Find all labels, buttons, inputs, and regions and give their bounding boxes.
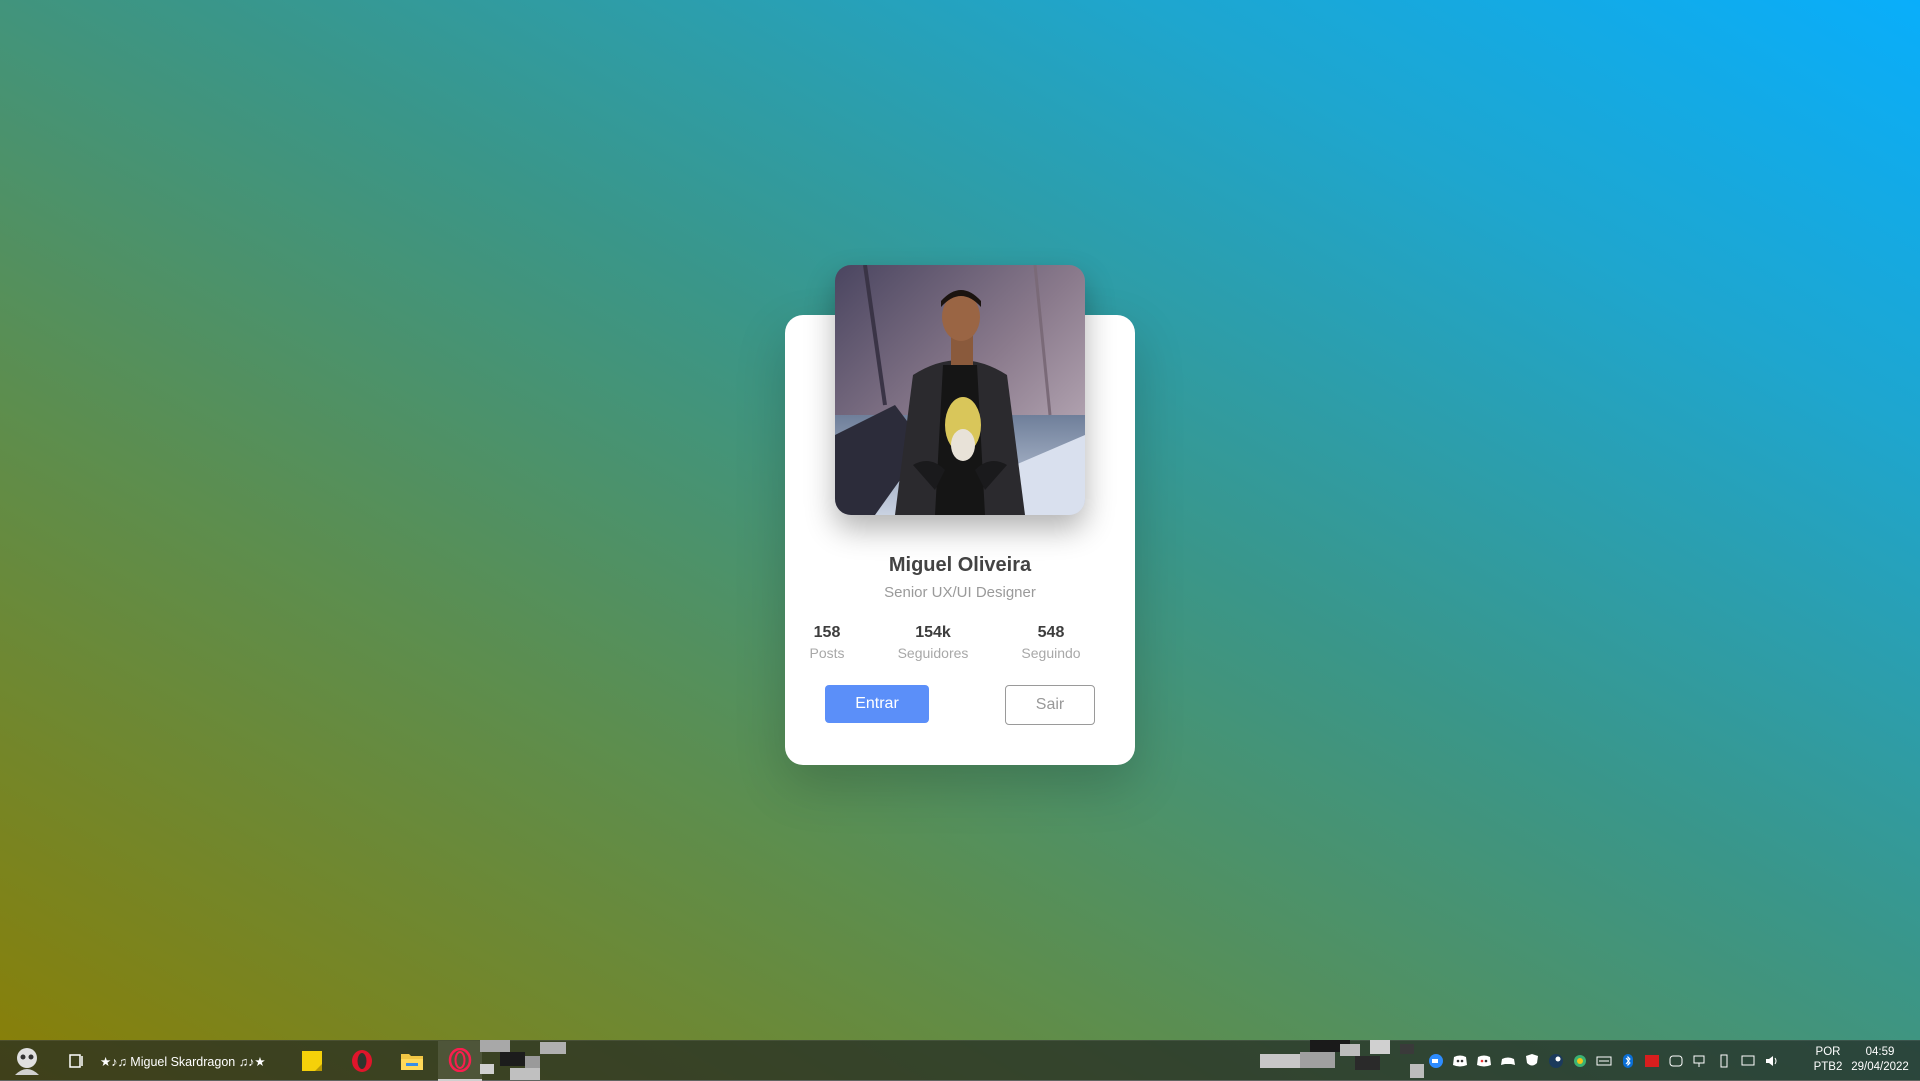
system-tray: [1428, 1041, 1780, 1081]
glitch-artifact: [480, 1040, 566, 1080]
exit-button[interactable]: Sair: [1005, 685, 1095, 725]
stat-followers: 154k Seguidores: [878, 624, 988, 661]
profile-stats: 158 Posts 154k Seguidores 548 Seguindo: [785, 624, 1135, 668]
stat-label: Seguidores: [897, 645, 969, 661]
profile-role: Senior UX/UI Designer: [884, 584, 1036, 601]
task-view-icon[interactable]: [60, 1041, 94, 1081]
file-explorer-icon[interactable]: [390, 1041, 434, 1081]
stat-posts: 158 Posts: [772, 624, 882, 661]
taskbar: ★♪♫ Miguel Skardragon ♫♪★ POR PTB2 04:59…: [0, 1040, 1920, 1081]
clock-date: 29/04/2022: [1851, 1061, 1909, 1073]
steam-icon[interactable]: [1548, 1053, 1564, 1069]
bluetooth-icon[interactable]: [1620, 1053, 1636, 1069]
colorful-icon[interactable]: [1572, 1053, 1588, 1069]
opera-icon[interactable]: [340, 1041, 384, 1081]
stat-label: Posts: [809, 645, 845, 661]
start-button[interactable]: [4, 1041, 50, 1081]
stat-value: 154k: [915, 624, 951, 641]
adobe-icon[interactable]: [1644, 1053, 1660, 1069]
shield-icon[interactable]: [1524, 1053, 1540, 1069]
keyboard-icon[interactable]: [1596, 1053, 1612, 1069]
opera-gx-icon[interactable]: [438, 1041, 482, 1081]
network-adapter-icon[interactable]: [1668, 1053, 1684, 1069]
network-icon[interactable]: [1692, 1053, 1708, 1069]
discord-icon[interactable]: [1476, 1053, 1492, 1069]
stat-label: Seguindo: [1021, 645, 1081, 661]
zoom-icon[interactable]: [1428, 1053, 1444, 1069]
stat-value: 548: [1037, 624, 1065, 641]
enter-button[interactable]: Entrar: [825, 685, 929, 723]
sticky-notes-icon[interactable]: [290, 1041, 334, 1081]
discord-icon[interactable]: [1452, 1053, 1468, 1069]
display-icon[interactable]: [1740, 1053, 1756, 1069]
volume-icon[interactable]: [1764, 1053, 1780, 1069]
usb-icon[interactable]: [1716, 1053, 1732, 1069]
start-avatar-icon: [15, 1048, 39, 1075]
taskbar-user-label[interactable]: ★♪♫ Miguel Skardragon ♫♪★: [100, 1041, 280, 1081]
language-code: POR: [1815, 1046, 1841, 1058]
profile-name: Miguel Oliveira: [888, 554, 1032, 576]
stat-following: 548 Seguindo: [996, 624, 1106, 661]
stat-value: 158: [813, 624, 841, 641]
clock[interactable]: 04:59 29/04/2022: [1848, 1045, 1912, 1075]
clock-time: 04:59: [1865, 1046, 1895, 1058]
glitch-artifact: [1260, 1040, 1424, 1078]
language-indicator[interactable]: POR PTB2: [1810, 1045, 1846, 1075]
gamepad-icon[interactable]: [1500, 1053, 1516, 1069]
keyboard-layout: PTB2: [1813, 1061, 1843, 1073]
profile-photo: [835, 265, 1085, 515]
